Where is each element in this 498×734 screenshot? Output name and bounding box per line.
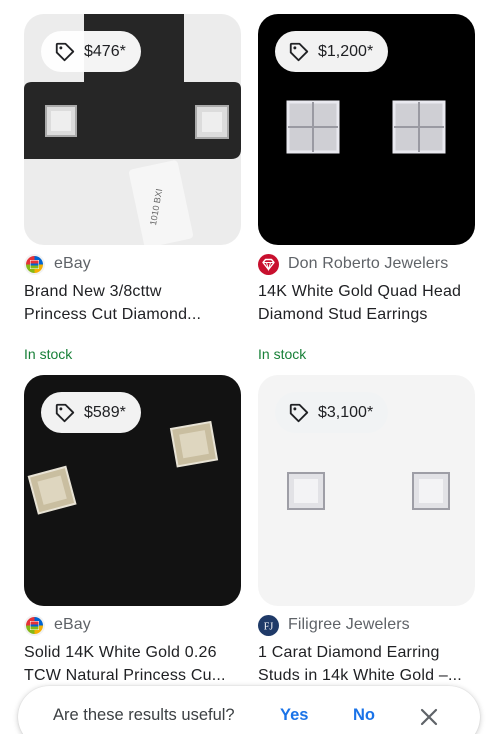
seller-name: eBay bbox=[54, 255, 91, 272]
ebay-logo bbox=[24, 614, 45, 636]
product-card-4[interactable]: $3,100* FJ Filigree Jewelers 1 Carat Dia… bbox=[258, 375, 475, 684]
product-title[interactable]: Brand New 3/8cttw Princess Cut Diamond..… bbox=[24, 280, 241, 326]
seller-info: Don Roberto Jewelers bbox=[258, 252, 448, 276]
price-badge: $476* bbox=[41, 31, 141, 72]
price-text: $3,100* bbox=[318, 403, 374, 421]
product-title-line-1: 1 Carat Diamond Earring bbox=[258, 644, 440, 661]
product-title-line-1: Solid 14K White Gold 0.26 bbox=[24, 644, 217, 661]
don-roberto-gem-logo bbox=[258, 253, 279, 275]
seller-info: eBay bbox=[24, 252, 91, 276]
product-title-line-2: Studs in 14k White Gold –... bbox=[258, 667, 462, 684]
filigree-logo-text: FJ bbox=[264, 621, 274, 632]
product-title[interactable]: Solid 14K White Gold 0.26 TCW Natural Pr… bbox=[24, 641, 241, 687]
seller-info: eBay bbox=[24, 613, 91, 637]
price-badge: $589* bbox=[41, 392, 141, 433]
seller-name: eBay bbox=[54, 616, 91, 633]
close-icon[interactable] bbox=[418, 706, 440, 728]
product-title[interactable]: 1 Carat Diamond Earring Studs in 14k Whi… bbox=[258, 641, 475, 687]
price-tag-icon bbox=[55, 42, 75, 61]
product-title-line-2: Diamond Stud Earrings bbox=[258, 306, 428, 323]
price-text: $1,200* bbox=[318, 42, 374, 60]
seller-info: FJ Filigree Jewelers bbox=[258, 613, 410, 637]
product-image[interactable]: 1010 BXI $476* bbox=[24, 14, 241, 245]
filigree-logo: FJ bbox=[258, 614, 279, 636]
price-text: $476* bbox=[84, 42, 126, 60]
product-title-line-1: 14K White Gold Quad Head bbox=[258, 283, 462, 300]
price-tag-icon bbox=[289, 42, 309, 61]
stock-status: In stock bbox=[24, 346, 73, 362]
product-image[interactable]: $3,100* bbox=[258, 375, 475, 606]
seller-name: Filigree Jewelers bbox=[288, 616, 410, 633]
product-title-line-2: TCW Natural Princess Cu... bbox=[24, 667, 226, 684]
product-title-line-1: Brand New 3/8cttw bbox=[24, 283, 162, 300]
feedback-yes-button[interactable]: Yes bbox=[280, 706, 308, 725]
price-badge: $1,200* bbox=[275, 31, 389, 72]
price-badge: $3,100* bbox=[275, 392, 389, 433]
product-card-2[interactable]: $1,200* Don Roberto Jewelers 14K White G… bbox=[258, 14, 475, 362]
feedback-bar: Are these results useful? Yes No bbox=[18, 686, 480, 734]
feedback-question: Are these results useful? bbox=[53, 706, 235, 724]
product-image[interactable]: $1,200* bbox=[258, 14, 475, 245]
seller-name: Don Roberto Jewelers bbox=[288, 255, 449, 272]
product-card-1[interactable]: 1010 BXI $476* eBay Brand New 3/8cttw Pr… bbox=[24, 14, 241, 362]
price-text: $589* bbox=[84, 403, 126, 421]
feedback-no-button[interactable]: No bbox=[353, 706, 375, 725]
price-tag-icon bbox=[289, 403, 309, 422]
product-title[interactable]: 14K White Gold Quad Head Diamond Stud Ea… bbox=[258, 280, 475, 326]
product-image[interactable]: $589* bbox=[24, 375, 241, 606]
product-card-3[interactable]: $589* eBay Solid 14K White Gold 0.26 TCW… bbox=[24, 375, 241, 684]
price-tag-icon bbox=[55, 403, 75, 422]
ebay-logo bbox=[24, 253, 45, 275]
product-title-line-2: Princess Cut Diamond... bbox=[24, 306, 202, 323]
stock-status: In stock bbox=[258, 346, 307, 362]
